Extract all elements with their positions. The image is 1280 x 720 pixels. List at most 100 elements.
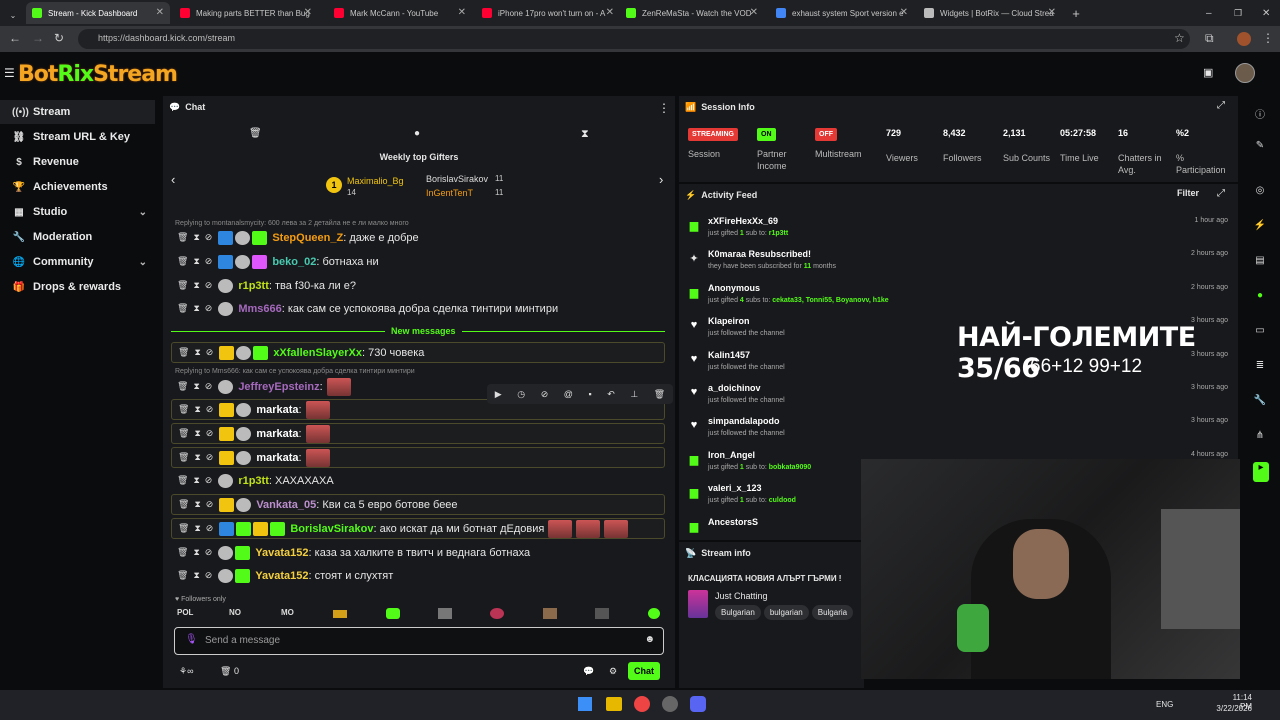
chat-username[interactable]: markata [256, 452, 298, 464]
activity-item[interactable]: ▆ Anonymous just gifted 4 subs to: cekata3… [679, 281, 1238, 314]
ban-icon[interactable]: ⊘ [206, 499, 214, 510]
chevron-down-icon[interactable]: ⌄ [139, 207, 147, 218]
mention-icon[interactable]: @ [564, 389, 573, 399]
timeout-icon[interactable]: ⧗ [193, 381, 199, 392]
sidebar-item-stream[interactable]: ((•)) Stream [0, 100, 155, 124]
chat-message[interactable]: 🗑 ⧗ ⊘ r1p3tt: тва f30-ка ли е? [171, 275, 665, 296]
activity-item[interactable]: ♥ a_doichinov just followed the channel 3 h… [679, 381, 1238, 414]
pencil-icon[interactable]: ✎ [1253, 140, 1267, 154]
chat-username[interactable]: xXfallenSlayerXx [273, 347, 362, 359]
chat-icon[interactable]: ● [1253, 290, 1267, 304]
delete-icon[interactable]: 🗑 [177, 547, 188, 558]
close-window-button[interactable]: ✕ [1256, 2, 1272, 24]
timeout-icon[interactable]: ⧗ [194, 428, 200, 439]
timeout-icon[interactable]: ⧗ [193, 280, 199, 291]
bookmark-star-icon[interactable]: ☆ [1174, 31, 1185, 45]
send-chat-button[interactable]: Chat [628, 662, 660, 680]
delete-icon[interactable]: 🗑 [178, 404, 189, 415]
timeout-icon[interactable]: ⧗ [193, 547, 199, 558]
close-tab-icon[interactable]: ✕ [1048, 7, 1056, 18]
expand-icon[interactable]: ⤢ [1217, 188, 1225, 199]
reload-icon[interactable]: ↻ [54, 31, 64, 45]
green-widget-icon[interactable]: ▸ [1253, 462, 1269, 482]
tab-list-button[interactable]: ⌄ [4, 4, 22, 26]
delete-icon[interactable]: 🗑 [177, 280, 188, 291]
ban-icon[interactable]: ⊘ [205, 381, 213, 392]
ban-icon[interactable]: ⊘ [205, 256, 213, 267]
expand-icon[interactable]: ⤢ [1217, 100, 1225, 111]
chat-username[interactable]: JeffreyEpsteinz [238, 381, 319, 393]
timeout-icon[interactable]: ⧗ [194, 523, 200, 534]
chat-username[interactable]: BorislavSirakov [290, 523, 373, 535]
clipboard-icon[interactable]: ▤ [1253, 255, 1267, 269]
ban-icon[interactable]: ⊘ [205, 570, 213, 581]
sidebar-item-studio[interactable]: ▦ Studio ⌄ [0, 200, 155, 224]
list-icon[interactable]: ≣ [1253, 360, 1267, 374]
chat-message[interactable]: 🗑 ⧗ ⊘ markata: [171, 423, 665, 444]
chat-tab-icon[interactable]: ● [414, 128, 420, 139]
chevron-down-icon[interactable]: ⌄ [139, 257, 147, 268]
chat-username[interactable]: StepQueen_Z [272, 232, 343, 244]
chat-username[interactable]: Vankata_05 [256, 499, 316, 511]
chat-username[interactable]: r1p3tt [238, 280, 269, 292]
browser-tab[interactable]: iPhone 17pro won't turn on - A ✕ [476, 2, 620, 24]
shortcut-emote[interactable] [595, 608, 609, 619]
timeout-icon[interactable]: ⧗ [194, 499, 200, 510]
shortcut-mo[interactable]: MO [281, 608, 294, 617]
ban-icon[interactable]: ⊘ [206, 404, 214, 415]
hourglass-icon[interactable]: ⧗ [581, 128, 589, 141]
sidebar-item-community[interactable]: 🌐 Community ⌄ [0, 250, 155, 274]
delete-icon[interactable]: 🗑 [654, 389, 665, 400]
menu-icon[interactable]: ☰ [4, 66, 15, 80]
browser-tab[interactable]: exhaust system Sport version e ✕ [770, 2, 914, 24]
browser-tab[interactable]: Stream - Kick Dashboard ✕ [26, 2, 170, 24]
timeout-icon[interactable]: ⧗ [193, 232, 199, 243]
back-icon[interactable]: ← [9, 31, 21, 45]
timeout-icon[interactable]: ⧗ [194, 404, 200, 415]
sidebar-item-stream-url-key[interactable]: ⛓ Stream URL & Key [0, 125, 155, 149]
file-explorer-icon[interactable] [606, 697, 622, 711]
delete-icon[interactable]: 🗑 [178, 347, 189, 358]
activity-item[interactable]: ✦ K0maraa Resubscribed! they have been sub… [679, 247, 1238, 280]
info-icon[interactable]: ⓘ [1253, 106, 1267, 121]
timeout-icon[interactable]: ⧗ [193, 570, 199, 581]
shortcut-emote[interactable] [438, 608, 452, 619]
emoji-icon[interactable]: ☻ [644, 634, 655, 645]
delete-icon[interactable]: 🗑 [177, 570, 188, 581]
activity-item[interactable]: ♥ simpandalapodo just followed the channel… [679, 414, 1238, 447]
browser-tab[interactable]: Widgets | BotRix — Cloud Strea ✕ [918, 2, 1062, 24]
delete-icon[interactable]: 🗑 [178, 499, 189, 510]
bolt-icon[interactable]: ⚡ [1253, 220, 1267, 234]
timeout-icon[interactable]: ◷ [517, 389, 525, 400]
timeout-icon[interactable]: ⧗ [193, 303, 199, 314]
close-tab-icon[interactable]: ✕ [750, 7, 758, 18]
discord-icon[interactable] [690, 696, 706, 712]
extensions-icon[interactable]: ⧉ [1205, 31, 1214, 46]
chat-username[interactable]: Yavata152 [255, 547, 308, 559]
shortcut-pol[interactable]: POL [177, 608, 193, 617]
browser-menu-icon[interactable]: ⋮ [1262, 31, 1274, 45]
chat-message[interactable]: 🗑 ⧗ ⊘ r1p3tt: ХАХАХАХА [171, 470, 665, 491]
copy-icon[interactable]: ▪ [589, 389, 592, 399]
reply-icon[interactable]: ↶ [607, 389, 615, 400]
shortcut-emote[interactable] [490, 608, 504, 619]
layers-icon[interactable]: ▭ [1253, 325, 1267, 339]
chat-message[interactable]: 🗑 ⧗ ⊘ Vankata_05: Кви са 5 евро ботове беее [171, 494, 665, 515]
camera-icon[interactable]: ◎ [1253, 185, 1267, 199]
pin-icon[interactable]: ⊥ [630, 389, 638, 400]
url-field[interactable]: https://dashboard.kick.com/stream [78, 29, 1190, 49]
ban-icon[interactable]: ⊘ [206, 523, 214, 534]
ban-icon[interactable]: ⊘ [206, 452, 214, 463]
chat-username[interactable]: Yavata152 [255, 570, 308, 582]
chat-message[interactable]: 🗑 ⧗ ⊘ Mms666: как сам се успокоява добра сд… [171, 298, 665, 319]
delete-icon[interactable]: 🗑 [177, 475, 188, 486]
chat-settings-icon[interactable]: 💬 [583, 666, 594, 677]
sidebar-item-drops-rewards[interactable]: 🎁 Drops & rewards [0, 275, 155, 299]
browser-tab[interactable]: Making parts BETTER than Bug ✕ [174, 2, 318, 24]
profile-avatar[interactable] [1237, 32, 1251, 46]
delete-icon[interactable]: 🗑 [177, 256, 188, 267]
close-tab-icon[interactable]: ✕ [606, 7, 614, 18]
delete-icon[interactable]: 🗑 [177, 303, 188, 314]
chat-username[interactable]: markata [256, 428, 298, 440]
ban-icon[interactable]: ⊘ [206, 428, 214, 439]
